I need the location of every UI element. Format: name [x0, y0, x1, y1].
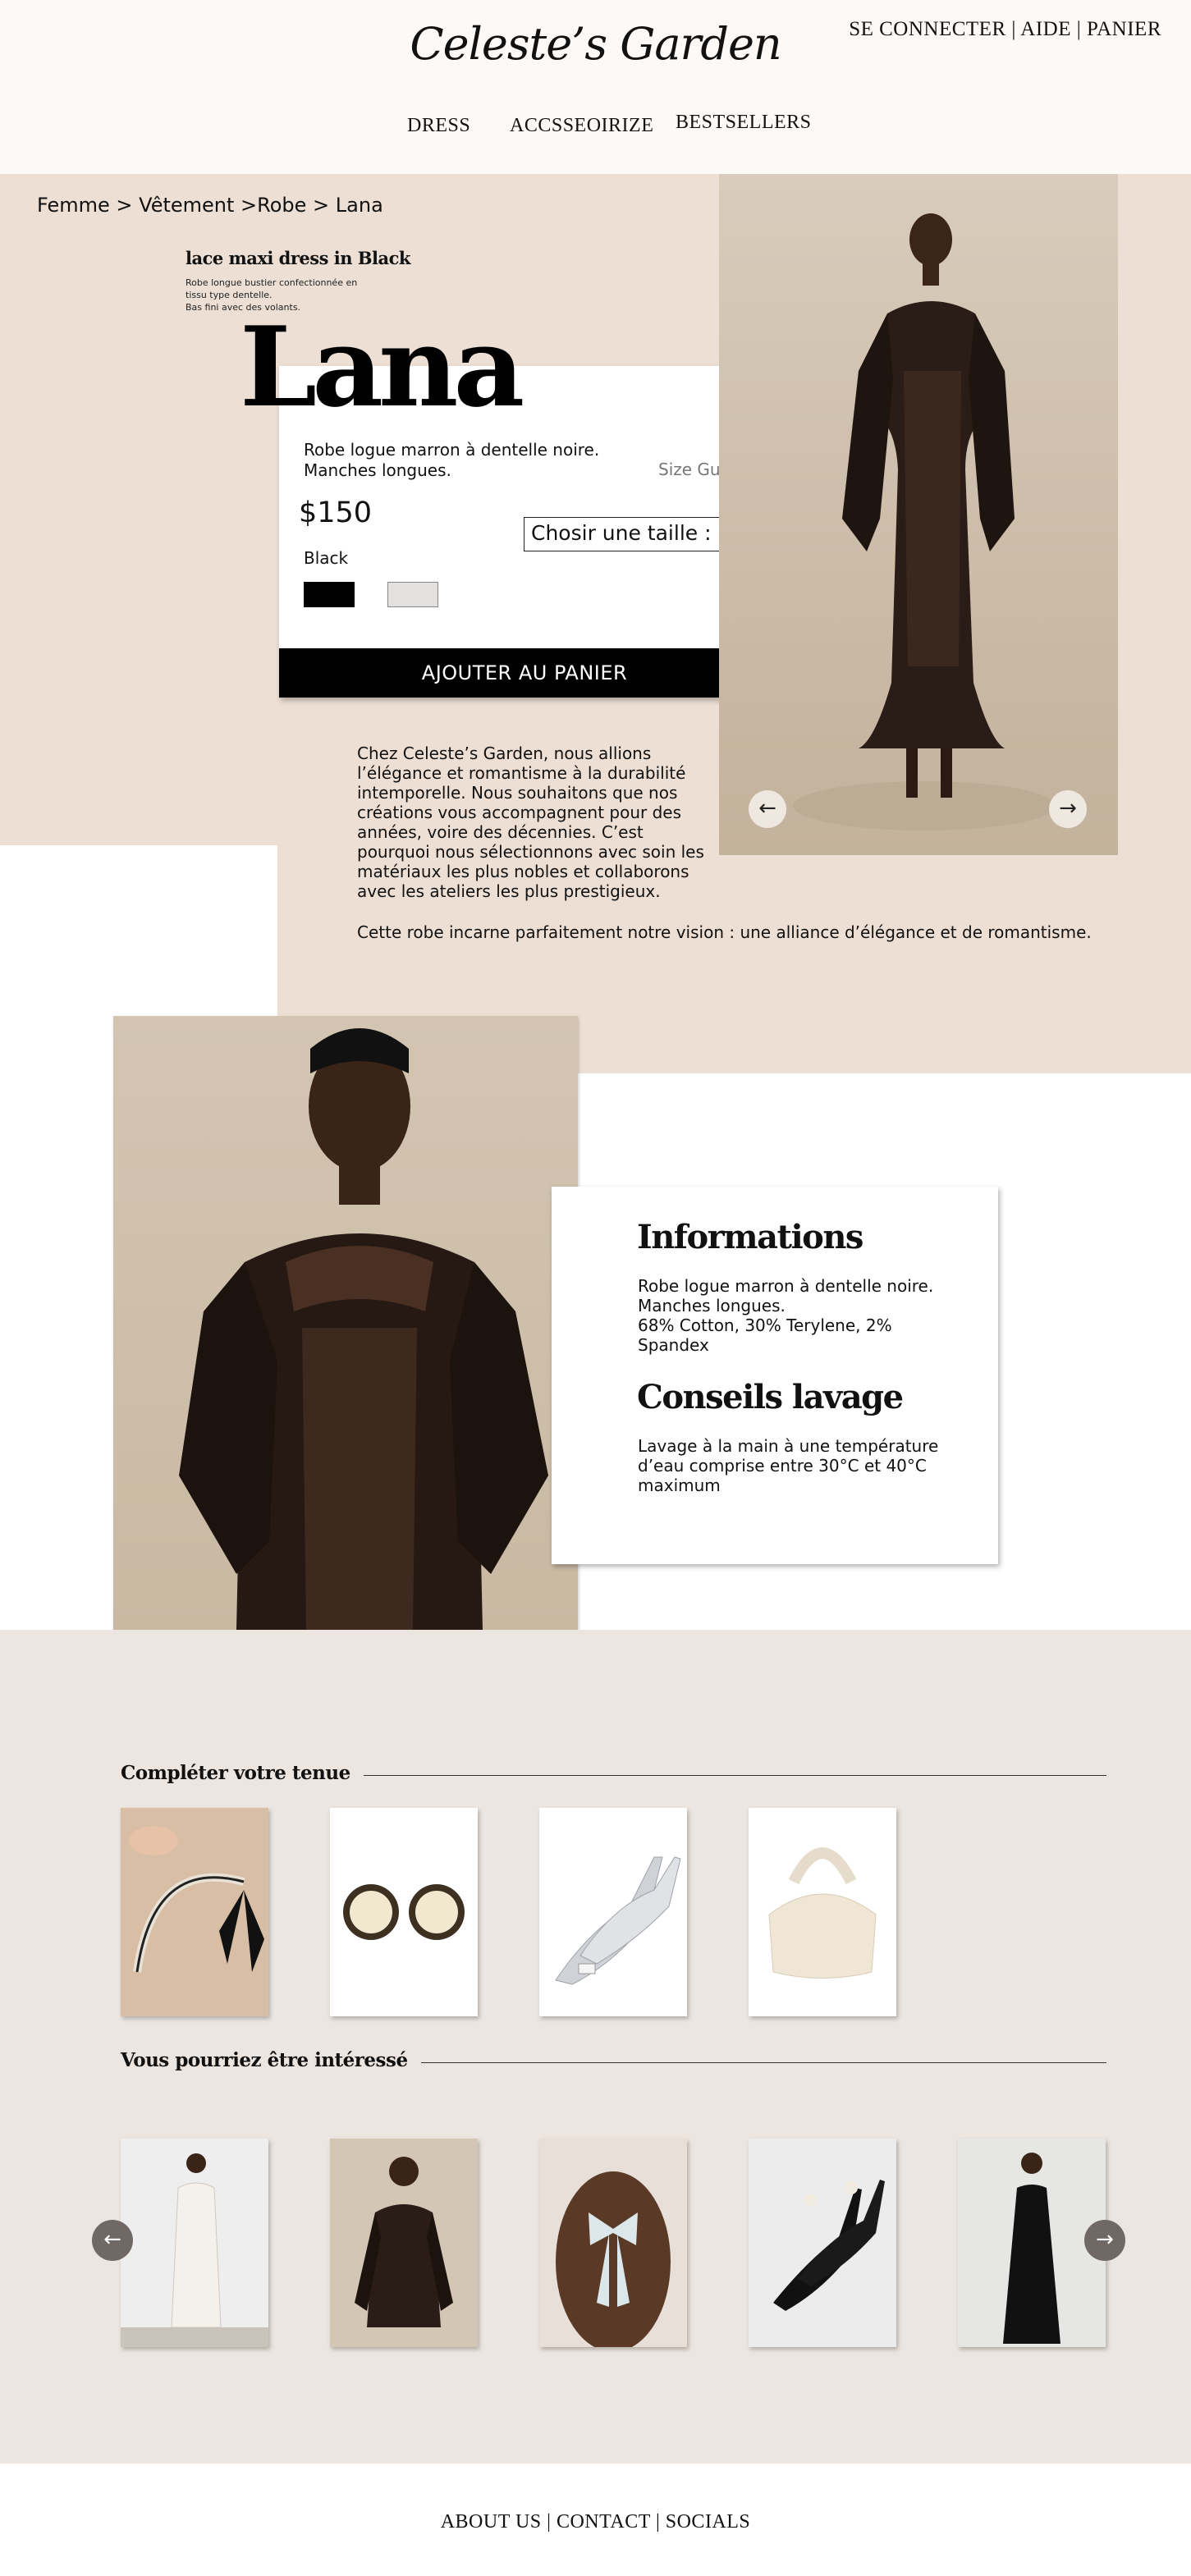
color-label: Black [304, 548, 349, 568]
help-link[interactable]: AIDE [1020, 18, 1071, 40]
info-line: Manches longues. [638, 1296, 786, 1315]
headband-image [129, 1826, 264, 1973]
add-to-cart-button[interactable]: AJOUTER AU PANIER [279, 648, 770, 698]
footer-socials-link[interactable]: SOCIALS [666, 2511, 751, 2533]
bag-image [768, 1847, 877, 1979]
size-select-label: Chosir une taille : [531, 521, 712, 545]
short-description-line: tissu type dentelle. [186, 290, 273, 300]
info-line: 68% Cotton, 30% Terylene, 2% Spandex [638, 1315, 892, 1355]
product-price: $150 [299, 496, 373, 529]
care-text: Lavage à la main à une température d’eau… [638, 1436, 939, 1495]
color-swatch-grey[interactable] [387, 582, 438, 607]
cart-link[interactable]: PANIER [1087, 18, 1161, 40]
link-separator: | [1076, 18, 1082, 40]
lace-mini-image [355, 2157, 453, 2327]
product-headband[interactable] [121, 1808, 268, 2016]
silver-heels-image [555, 1856, 681, 1985]
product-subtitle: lace maxi dress in Black [186, 248, 410, 268]
section-divider [382, 2062, 1106, 2063]
nav-accessories[interactable]: ACCSSEOIRIZE [510, 115, 653, 137]
product-description: Robe logue marron à dentelle noire. Manc… [304, 440, 648, 481]
reco-next-button[interactable]: → [1084, 2220, 1125, 2261]
info-line: Robe logue marron à dentelle noire. [638, 1276, 934, 1296]
product-hair-bow[interactable] [539, 2139, 687, 2347]
product-lace-mini[interactable] [330, 2139, 478, 2347]
footer-contact-link[interactable]: CONTACT [557, 2511, 650, 2533]
link-separator: | [655, 2511, 661, 2533]
section-divider [350, 1775, 1106, 1776]
hair-bow-image [556, 2171, 671, 2347]
care-title: Conseils lavage [637, 1378, 904, 1416]
product-photo-detail [113, 1016, 578, 1630]
nav-dress[interactable]: DRESS [407, 115, 470, 137]
size-select[interactable]: Chosir une taille : S ↓ [524, 517, 747, 551]
black-heels-image [773, 2180, 885, 2311]
earrings-image [343, 1884, 465, 1940]
link-separator: | [1011, 18, 1016, 40]
product-black-gown[interactable] [958, 2139, 1106, 2347]
arrow-right-icon: → [1059, 796, 1077, 821]
arrow-right-icon: → [1096, 2227, 1114, 2252]
description-line: Manches longues. [304, 460, 451, 480]
account-links: SE CONNECTER | AIDE | PANIER [849, 18, 1161, 41]
product-photo-main [719, 174, 1118, 855]
reco-prev-button[interactable]: ← [92, 2220, 133, 2261]
brand-story: Chez Celeste’s Garden, nous allions l’él… [357, 744, 704, 901]
carousel-prev-button[interactable]: ← [749, 790, 786, 828]
model-illustration [793, 213, 1056, 830]
product-white-dress[interactable] [121, 2139, 268, 2347]
description-line: Robe logue marron à dentelle noire. [304, 440, 600, 460]
link-separator: | [547, 2511, 552, 2533]
nav-bestsellers[interactable]: BESTSELLERS [676, 112, 812, 134]
login-link[interactable]: SE CONNECTER [849, 18, 1005, 40]
product-name: Lana [240, 302, 524, 432]
color-swatch-black[interactable] [304, 582, 355, 607]
short-description-line: Robe longue bustier confectionnée en [186, 277, 358, 288]
interested-title: Vous pourriez être intéressé [121, 2049, 421, 2071]
product-heels-silver[interactable] [539, 1808, 687, 2016]
white-dress-image [121, 2153, 268, 2347]
breadcrumb[interactable]: Femme > Vêtement >Robe > Lana [37, 194, 383, 217]
black-gown-image [1003, 2153, 1060, 2344]
product-black-heels[interactable] [749, 2139, 896, 2347]
carousel-next-button[interactable]: → [1049, 790, 1087, 828]
model-closeup-illustration [179, 1028, 548, 1630]
product-bag[interactable] [749, 1808, 896, 2016]
arrow-left-icon: ← [758, 796, 776, 821]
complete-outfit-title: Compléter votre tenue [121, 1762, 364, 1784]
footer-about-link[interactable]: ABOUT US [441, 2511, 542, 2533]
brand-story-closing: Cette robe incarne parfaitement notre vi… [357, 922, 1092, 942]
info-title: Informations [637, 1218, 863, 1256]
info-text: Robe logue marron à dentelle noire. Manc… [638, 1276, 950, 1355]
product-earrings[interactable] [330, 1808, 478, 2016]
arrow-left-icon: ← [103, 2227, 121, 2252]
footer-links: ABOUT US | CONTACT | SOCIALS [0, 2511, 1191, 2533]
